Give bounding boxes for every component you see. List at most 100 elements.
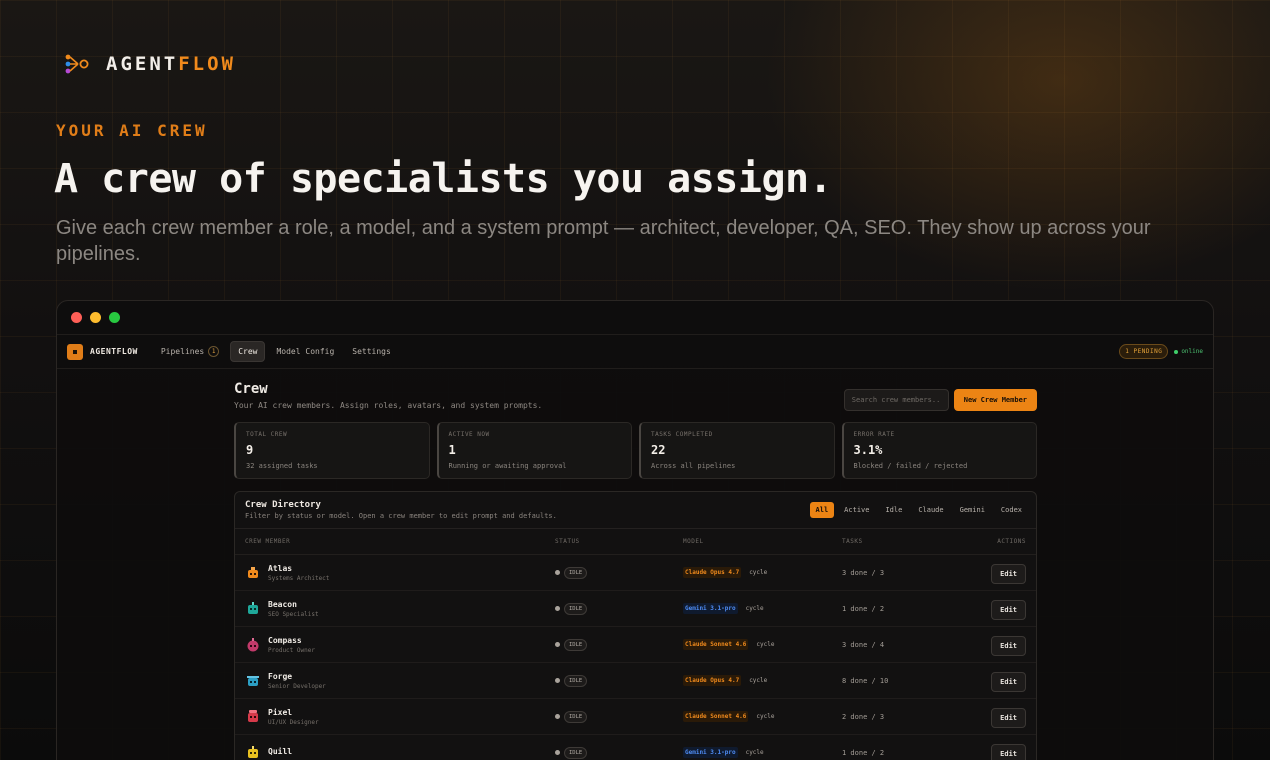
model-badge: Claude Opus 4.7: [683, 567, 742, 578]
window-titlebar: [57, 301, 1213, 335]
headline: A crew of specialists you assign.: [54, 156, 833, 202]
task-count: 8 done / 10: [842, 676, 889, 685]
task-count: 2 done / 3: [842, 712, 885, 721]
edit-button[interactable]: Edit: [991, 708, 1026, 728]
status-badge: IDLE: [564, 638, 588, 651]
filter-gemini[interactable]: Gemini: [954, 502, 991, 518]
member-name: Atlas: [268, 563, 293, 573]
table-row[interactable]: Quill IDLE Gemini 3.1-pro cycle 1 done / …: [235, 735, 1036, 760]
column-status: STATUS: [555, 538, 580, 545]
column-tasks: TASKS: [842, 538, 863, 545]
table-row[interactable]: Pixel UI/UX Designer IDLE Claude Sonnet 4…: [235, 699, 1036, 735]
status-badge: IDLE: [564, 566, 588, 579]
robot-avatar-icon: [247, 637, 259, 651]
stat-card-total-crew: TOTAL CREW 9 32 assigned tasks: [234, 422, 430, 479]
member-name: Beacon: [268, 599, 297, 609]
stat-card-active-now: ACTIVE NOW 1 Running or awaiting approva…: [436, 422, 632, 479]
model-badge: Claude Sonnet 4.6: [683, 711, 749, 722]
new-crew-member-button[interactable]: New Crew Member: [953, 389, 1037, 411]
cycle-label: cycle: [749, 569, 768, 576]
member-role: Systems Architect: [268, 574, 330, 582]
cycle-label: cycle: [756, 713, 775, 720]
model-badge: Gemini 3.1-pro: [683, 603, 738, 614]
edit-button[interactable]: Edit: [991, 744, 1026, 760]
stats-row: TOTAL CREW 9 32 assigned tasks ACTIVE NO…: [234, 422, 1037, 479]
agentflow-logo-icon: [65, 54, 89, 74]
robot-avatar-icon: [248, 745, 258, 758]
table-row[interactable]: Atlas Systems Architect IDLE Claude Opus …: [235, 555, 1036, 591]
app-brand: AGENTFLOW: [90, 347, 138, 356]
search-input[interactable]: [843, 389, 949, 411]
cycle-label: cycle: [756, 641, 775, 648]
status-dot-icon: [555, 714, 560, 719]
maximize-window-button[interactable]: [109, 312, 120, 323]
status-dot-icon: [555, 750, 560, 755]
stat-card-error-rate: ERROR RATE 3.1% Blocked / failed / rejec…: [841, 422, 1037, 479]
status-badge: IDLE: [564, 602, 588, 615]
member-name: Pixel: [268, 707, 293, 717]
minimize-window-button[interactable]: [90, 312, 101, 323]
model-badge: Gemini 3.1-pro: [683, 747, 738, 758]
status-dot-icon: [555, 642, 560, 647]
filter-idle[interactable]: Idle: [879, 502, 908, 518]
app-window: AGENTFLOW Pipelines 1 Crew Model Config …: [56, 300, 1214, 760]
brand-name: AGENTFLOW: [106, 53, 236, 75]
status-dot-icon: [555, 606, 560, 611]
edit-button[interactable]: Edit: [991, 636, 1026, 656]
robot-avatar-icon: [248, 566, 258, 578]
pipelines-count-badge: 1: [208, 346, 220, 357]
crew-directory: Crew Directory Filter by status or model…: [234, 491, 1037, 760]
member-role: UI/UX Designer: [268, 718, 319, 726]
filter-codex[interactable]: Codex: [995, 502, 1028, 518]
cycle-label: cycle: [749, 677, 768, 684]
edit-button[interactable]: Edit: [991, 564, 1026, 584]
column-model: MODEL: [683, 538, 704, 545]
member-name: Quill: [268, 747, 293, 756]
close-window-button[interactable]: [71, 312, 82, 323]
status-dot-icon: [555, 570, 560, 575]
table-header: CREW MEMBER STATUS MODEL TASKS ACTIONS: [235, 529, 1036, 555]
robot-avatar-icon: [248, 601, 258, 614]
robot-avatar-icon: [247, 675, 259, 686]
crew-page: Crew Your AI crew members. Assign roles,…: [234, 381, 1037, 760]
online-dot-icon: [1174, 349, 1179, 354]
app-logo-icon: [67, 343, 83, 360]
app-nav: AGENTFLOW Pipelines 1 Crew Model Config …: [57, 335, 1213, 369]
online-status: online: [1174, 348, 1203, 355]
filter-claude[interactable]: Claude: [912, 502, 949, 518]
edit-button[interactable]: Edit: [991, 672, 1026, 692]
status-badge: IDLE: [564, 674, 588, 687]
edit-button[interactable]: Edit: [991, 600, 1026, 620]
filter-all[interactable]: All: [809, 502, 835, 518]
status-badge: IDLE: [564, 710, 588, 723]
table-row[interactable]: Forge Senior Developer IDLE Claude Opus 4…: [235, 663, 1036, 699]
nav-model-config[interactable]: Model Config: [269, 342, 341, 361]
eyebrow: YOUR AI CREW: [56, 121, 208, 140]
stat-card-tasks-completed: TASKS COMPLETED 22 Across all pipelines: [639, 422, 835, 479]
member-role: SEO Specialist: [268, 610, 319, 618]
task-count: 3 done / 4: [842, 640, 885, 649]
subhead: Give each crew member a role, a model, a…: [56, 217, 1151, 265]
member-name: Compass: [268, 635, 302, 645]
table-row[interactable]: Compass Product Owner IDLE Claude Sonnet …: [235, 627, 1036, 663]
task-count: 1 done / 2: [842, 748, 885, 757]
status-badge: IDLE: [564, 746, 588, 759]
brand: AGENTFLOW: [64, 52, 236, 76]
status-dot-icon: [555, 678, 560, 683]
filter-active[interactable]: Active: [838, 502, 875, 518]
robot-avatar-icon: [248, 709, 258, 722]
cycle-label: cycle: [745, 749, 764, 756]
nav-settings[interactable]: Settings: [345, 342, 398, 361]
column-actions: ACTIONS: [997, 538, 1026, 545]
table-row[interactable]: Beacon SEO Specialist IDLE Gemini 3.1-pro…: [235, 591, 1036, 627]
task-count: 3 done / 3: [842, 568, 885, 577]
nav-crew[interactable]: Crew: [230, 341, 266, 362]
member-role: Senior Developer: [268, 682, 326, 690]
column-crew-member: CREW MEMBER: [245, 538, 291, 545]
member-name: Forge: [268, 671, 293, 681]
pending-badge[interactable]: 1 PENDING: [1119, 344, 1169, 359]
model-badge: Claude Sonnet 4.6: [683, 639, 749, 650]
nav-pipelines[interactable]: Pipelines 1: [154, 341, 226, 362]
task-count: 1 done / 2: [842, 604, 885, 613]
member-role: Product Owner: [268, 646, 315, 654]
